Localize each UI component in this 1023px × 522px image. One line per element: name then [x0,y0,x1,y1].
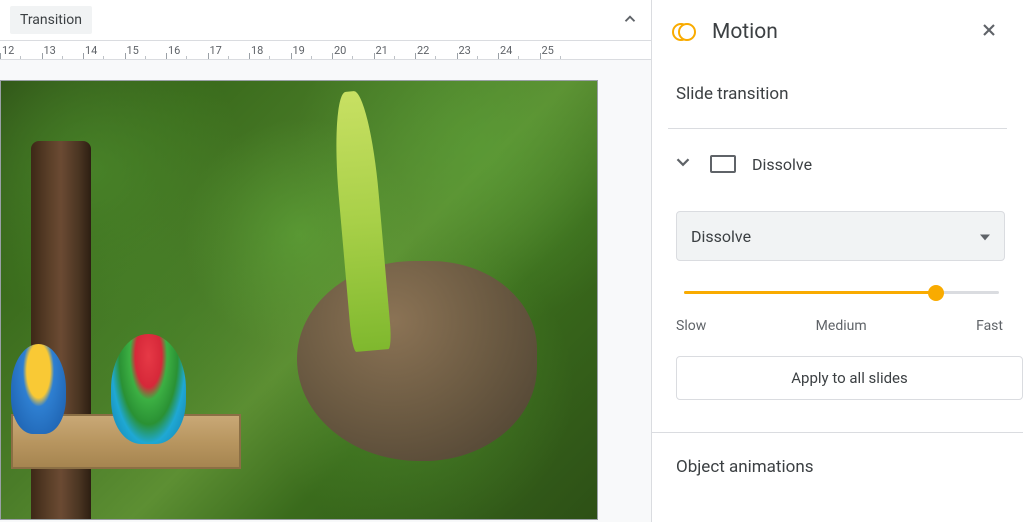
collapse-toolbar-icon[interactable] [621,10,639,32]
slider-thumb[interactable] [928,285,944,301]
editor-main-area: Transition 12 13 14 15 16 17 18 19 20 21… [0,0,652,522]
ruler-tick: 20 [332,41,374,59]
object-animations-heading: Object animations [652,433,1023,497]
horizontal-ruler: 12 13 14 15 16 17 18 19 20 21 22 23 24 2… [0,40,651,60]
speed-fast-label: Fast [976,318,1003,334]
ruler-tick: 13 [42,41,84,59]
ruler-tick: 24 [498,41,540,59]
motion-panel-title: Motion [712,20,959,44]
slide-content[interactable] [0,80,598,520]
transition-type-dropdown[interactable]: Dissolve [676,211,1005,261]
slide-transition-heading: Slide transition [652,64,1023,128]
ruler-tick: 17 [208,41,250,59]
slider-track [684,291,999,294]
current-transition-name: Dissolve [752,155,812,174]
chevron-down-icon[interactable] [672,151,694,177]
speed-slider[interactable] [684,291,999,294]
dropdown-selected-value: Dissolve [691,227,751,246]
slide-image-parrot-red [111,334,186,444]
speed-slider-labels: Slow Medium Fast [676,318,1003,334]
slide-image-parrot-blue [11,344,66,434]
dropdown-caret-icon [980,227,990,246]
motion-panel: Motion Slide transition Dissolve Dissolv… [652,0,1023,522]
speed-medium-label: Medium [816,318,867,334]
ruler-tick: 18 [249,41,291,59]
toolbar: Transition [0,0,651,40]
speed-slow-label: Slow [676,318,706,334]
transition-button[interactable]: Transition [10,6,92,34]
ruler-tick: 21 [374,41,416,59]
apply-to-all-button[interactable]: Apply to all slides [676,356,1023,400]
slider-fill [684,291,936,294]
ruler-tick: 15 [125,41,167,59]
motion-icon [672,20,696,44]
ruler-tick: 16 [166,41,208,59]
ruler-tick: 25 [540,41,582,59]
slide-canvas-area[interactable] [0,60,651,522]
slide-thumbnail-icon [710,155,736,173]
transition-summary-row[interactable]: Dissolve [652,129,1023,195]
ruler-tick: 12 [0,41,42,59]
motion-panel-header: Motion [652,0,1023,64]
slide-image-rock [297,261,537,461]
ruler-tick: 19 [291,41,333,59]
ruler-tick: 14 [83,41,125,59]
close-icon[interactable] [975,16,1003,48]
ruler-tick: 23 [457,41,499,59]
ruler-tick: 22 [415,41,457,59]
